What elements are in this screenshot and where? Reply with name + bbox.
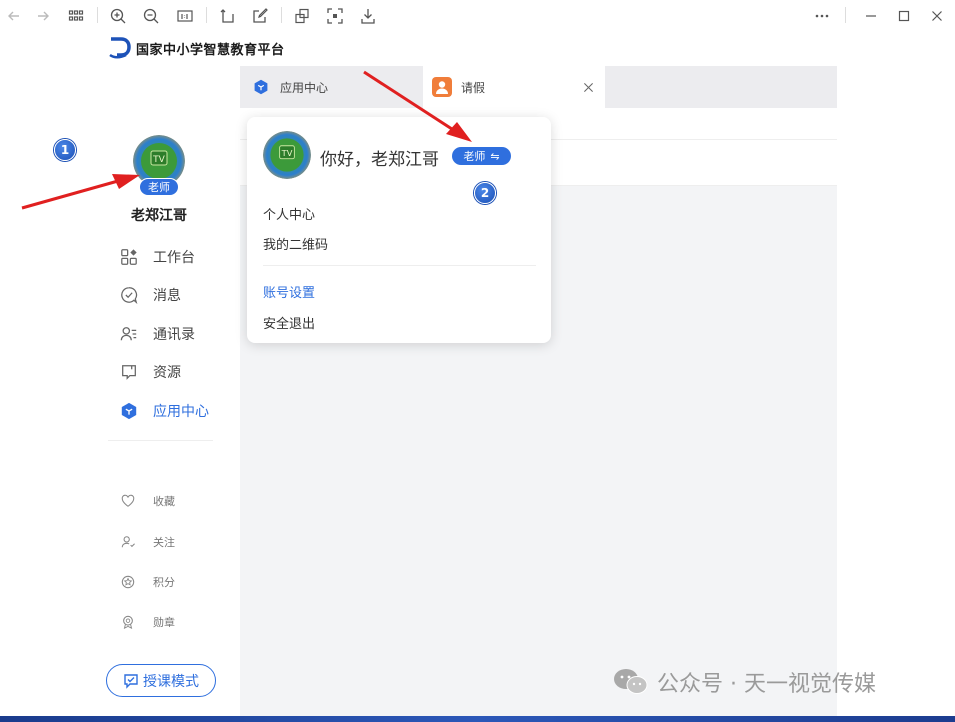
leave-icon — [432, 77, 452, 97]
translate-icon[interactable] — [292, 6, 312, 26]
rotate-icon[interactable] — [217, 6, 237, 26]
close-icon[interactable] — [927, 6, 947, 26]
forward-icon[interactable] — [33, 6, 53, 26]
workbench-icon — [118, 246, 140, 268]
user-name: 老郑江哥 — [131, 208, 187, 224]
annotation-marker-2: 2 — [474, 182, 496, 204]
tab-close-icon[interactable] — [580, 79, 596, 95]
nav-item-label: 收藏 — [153, 495, 175, 508]
platform-logo-icon — [109, 37, 131, 59]
nav-item-label: 工作台 — [153, 250, 195, 266]
menu-divider — [263, 265, 536, 266]
platform-logo[interactable]: 国家中小学智慧教育平台 — [108, 37, 285, 59]
lecture-mode-label: 授课模式 — [143, 673, 199, 690]
message-icon — [118, 284, 140, 306]
back-icon[interactable] — [4, 6, 24, 26]
role-badge: 老师 — [139, 178, 179, 196]
edit-icon[interactable] — [250, 6, 270, 26]
menu-item-qrcode[interactable]: 我的二维码 — [263, 234, 328, 253]
taskbar-strip — [0, 716, 955, 722]
grid-view-icon[interactable] — [66, 6, 86, 26]
follow-icon — [120, 534, 136, 550]
nav-item-label: 消息 — [153, 288, 181, 304]
download-icon[interactable] — [358, 6, 378, 26]
medal-icon — [120, 614, 136, 630]
menu-item-logout[interactable]: 安全退出 — [263, 313, 315, 332]
nav-item-label: 积分 — [153, 576, 175, 589]
tab-app-center[interactable]: 应用中心 — [240, 66, 423, 108]
user-popup: TV 你好，老郑江哥 老师 ⇋ 个人中心 我的二维码 账号设置 安全退出 — [247, 117, 551, 343]
lecture-icon — [124, 673, 138, 689]
nav-item-label: 关注 — [153, 536, 175, 549]
popup-avatar: TV — [263, 131, 311, 179]
nav-divider — [108, 440, 213, 441]
tab-label: 应用中心 — [280, 80, 329, 95]
more-icon[interactable] — [812, 6, 832, 26]
actual-size-icon[interactable] — [175, 6, 195, 26]
maximize-icon[interactable] — [894, 6, 914, 26]
wechat-icon — [614, 669, 648, 694]
nav-item-label: 勋章 — [153, 616, 175, 629]
heart-icon — [120, 493, 136, 509]
greeting-text: 你好，老郑江哥 — [320, 150, 439, 170]
app-center-icon — [251, 77, 271, 97]
zoom-out-icon[interactable] — [141, 6, 161, 26]
minimize-icon[interactable] — [861, 6, 881, 26]
resource-icon — [118, 361, 140, 383]
nav-item-label: 应用中心 — [153, 404, 209, 420]
nav-item-contacts[interactable]: 通讯录 — [118, 322, 195, 346]
menu-item-account-settings[interactable]: 账号设置 — [263, 282, 315, 301]
swap-icon: ⇋ — [490, 149, 500, 163]
svg-text:TV: TV — [152, 155, 165, 165]
tab-label: 请假 — [461, 80, 486, 95]
watermark: 公众号 · 天一视觉传媒 — [613, 666, 876, 698]
annotation-marker-1: 1 — [54, 139, 76, 161]
svg-text:TV: TV — [281, 148, 293, 158]
nav-item-follow[interactable]: 关注 — [120, 532, 175, 552]
lecture-mode-button[interactable]: 授课模式 — [106, 664, 216, 697]
nav-item-message[interactable]: 消息 — [118, 283, 181, 307]
role-badge-label: 老师 — [463, 150, 486, 163]
menu-item-profile[interactable]: 个人中心 — [263, 204, 315, 223]
nav-item-label: 资源 — [153, 365, 181, 381]
nav-item-favorites[interactable]: 收藏 — [120, 491, 175, 511]
contacts-icon — [118, 323, 140, 345]
role-switch-badge[interactable]: 老师 ⇋ — [452, 147, 511, 165]
screenshot-icon[interactable] — [325, 6, 345, 26]
nav-item-points[interactable]: 积分 — [120, 572, 175, 592]
points-icon — [120, 574, 136, 590]
nav-item-workbench[interactable]: 工作台 — [118, 245, 195, 269]
nav-item-label: 通讯录 — [153, 327, 195, 343]
right-gutter — [837, 31, 955, 722]
tab-leave[interactable]: 请假 — [423, 66, 605, 108]
app-center-icon — [118, 400, 140, 422]
zoom-in-icon[interactable] — [108, 6, 128, 26]
nav-item-resource[interactable]: 资源 — [118, 360, 181, 384]
nav-item-app-center[interactable]: 应用中心 — [118, 399, 209, 423]
nav-item-medal[interactable]: 勋章 — [120, 612, 175, 632]
platform-name: 国家中小学智慧教育平台 — [136, 42, 285, 58]
viewer-toolbar — [0, 0, 955, 31]
watermark-text: 公众号 · 天一视觉传媒 — [657, 672, 876, 697]
